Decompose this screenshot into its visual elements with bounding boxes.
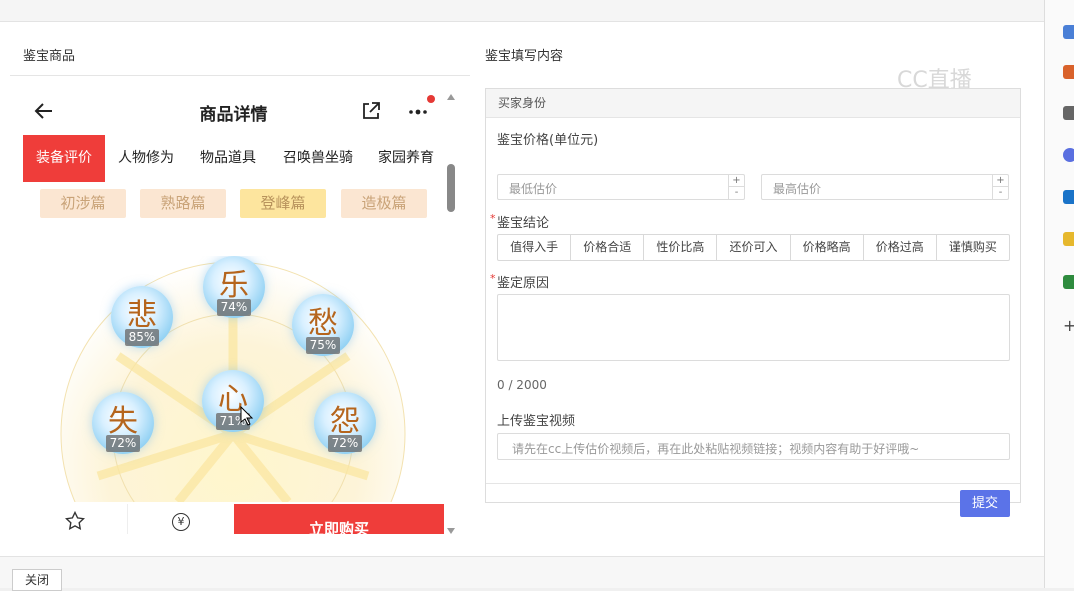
toolbar-icon[interactable] [1063,275,1074,289]
conclusion-label: * 鉴宝结论 [490,212,550,231]
conclusion-options: 值得入手 价格合适 性价比高 还价可入 价格略高 价格过高 谨慎购买 [497,234,1010,261]
toolbar-icon[interactable] [1063,148,1074,162]
video-label: 上传鉴宝视频 [497,414,576,429]
max-price-stepper[interactable]: + - [992,175,1008,199]
tab-items[interactable]: 物品道具 [191,135,265,182]
orb-worry[interactable]: 愁 75% [292,294,354,356]
toolbar-icon[interactable] [1063,232,1074,246]
add-icon[interactable]: + [1063,316,1074,335]
phone-preview: 商品详情 装备评价 人物修为 物品道具 召唤兽坐骑 家园养育 初涉篇 熟路篇 登… [23,90,444,534]
dialog-footer: 关闭 [0,556,1044,591]
yen-icon: ¥ [172,513,190,531]
conclusion-option[interactable]: 值得入手 [498,235,572,260]
conclusion-option[interactable]: 谨慎购买 [937,235,1009,260]
left-section-title: 鉴宝商品 [23,49,76,64]
tab-character[interactable]: 人物修为 [109,135,183,182]
form-header: 买家身份 [486,89,1020,118]
cursor-icon [240,406,254,426]
orb-joy[interactable]: 乐 74% [203,256,265,318]
reason-label: * 鉴定原因 [490,272,550,291]
level-beginner[interactable]: 初涉篇 [40,189,126,218]
toolbar-icon[interactable] [1063,106,1074,120]
max-price-input[interactable]: 最高估价 + - [761,174,1009,200]
scroll-up-arrow[interactable] [447,94,455,100]
min-price-input[interactable]: 最低估价 + - [497,174,745,200]
appraisal-form: 买家身份 鉴宝价格(单位元) 最低估价 + - 最高估价 + - * 鉴宝结论 值得入… [485,88,1021,517]
scroll-thumb[interactable] [447,164,455,212]
favorite-button[interactable]: 收藏 [23,504,127,534]
right-section-title: 鉴宝填写内容 [485,49,564,64]
level-peak[interactable]: 登峰篇 [240,189,326,218]
phone-bottom-bar: 收藏 ¥ 还价 立即购买 [23,504,444,534]
video-link-input[interactable]: 请先在cc上传估价视频后，再在此处粘贴视频链接；视频内容有助于好评哦~ [497,433,1010,460]
notification-dot [427,95,435,103]
scroll-down-arrow[interactable] [447,528,455,534]
category-tabs: 装备评价 人物修为 物品道具 召唤兽坐骑 家园养育 [23,135,444,182]
top-strip [0,0,1044,22]
more-icon[interactable] [407,100,433,122]
main-panel: 鉴宝商品 鉴宝填写内容 CC直播 商品详情 装备评价 人物修为 物品道具 召唤兽… [0,22,1044,556]
level-tabs: 初涉篇 熟路篇 登峰篇 造极篇 [23,182,444,226]
toolbar-icon[interactable] [1063,65,1074,79]
orb-loss[interactable]: 失 72% [92,392,154,454]
toolbar-icon[interactable] [1063,25,1074,39]
char-counter: 0 / 2000 [497,378,547,392]
right-toolbar: + [1044,0,1074,588]
conclusion-option[interactable]: 价格合适 [571,235,645,260]
tab-equipment[interactable]: 装备评价 [23,135,105,182]
orb-resentment[interactable]: 怨 72% [314,392,376,454]
share-icon[interactable] [360,100,382,122]
toolbar-icon[interactable] [1063,190,1074,204]
conclusion-option[interactable]: 性价比高 [644,235,718,260]
orb-heart[interactable]: 心 71% [202,370,264,432]
phone-scrollbar[interactable] [444,90,458,534]
price-label: 鉴宝价格(单位元) [497,133,599,148]
bargain-button[interactable]: ¥ 还价 [128,504,234,534]
level-ultimate[interactable]: 造极篇 [341,189,427,218]
conclusion-option[interactable]: 还价可入 [717,235,791,260]
phone-header: 商品详情 [23,90,444,134]
conclusion-option[interactable]: 价格过高 [864,235,937,260]
emotion-wheel: 乐 74% 悲 85% 愁 75% 心 71% 失 72% 怨 72% [58,256,408,502]
level-familiar[interactable]: 熟路篇 [140,189,226,218]
tab-pets[interactable]: 召唤兽坐骑 [274,135,362,182]
tab-home[interactable]: 家园养育 [371,135,441,182]
section-divider [10,75,470,76]
min-price-stepper[interactable]: + - [728,175,744,199]
star-icon [65,511,85,530]
orb-sorrow[interactable]: 悲 85% [111,286,173,348]
submit-button[interactable]: 提交 [960,490,1010,517]
reason-textarea[interactable] [497,294,1010,361]
conclusion-option[interactable]: 价格略高 [791,235,864,260]
buy-now-button[interactable]: 立即购买 [234,504,444,534]
form-footer-divider [486,483,1020,484]
